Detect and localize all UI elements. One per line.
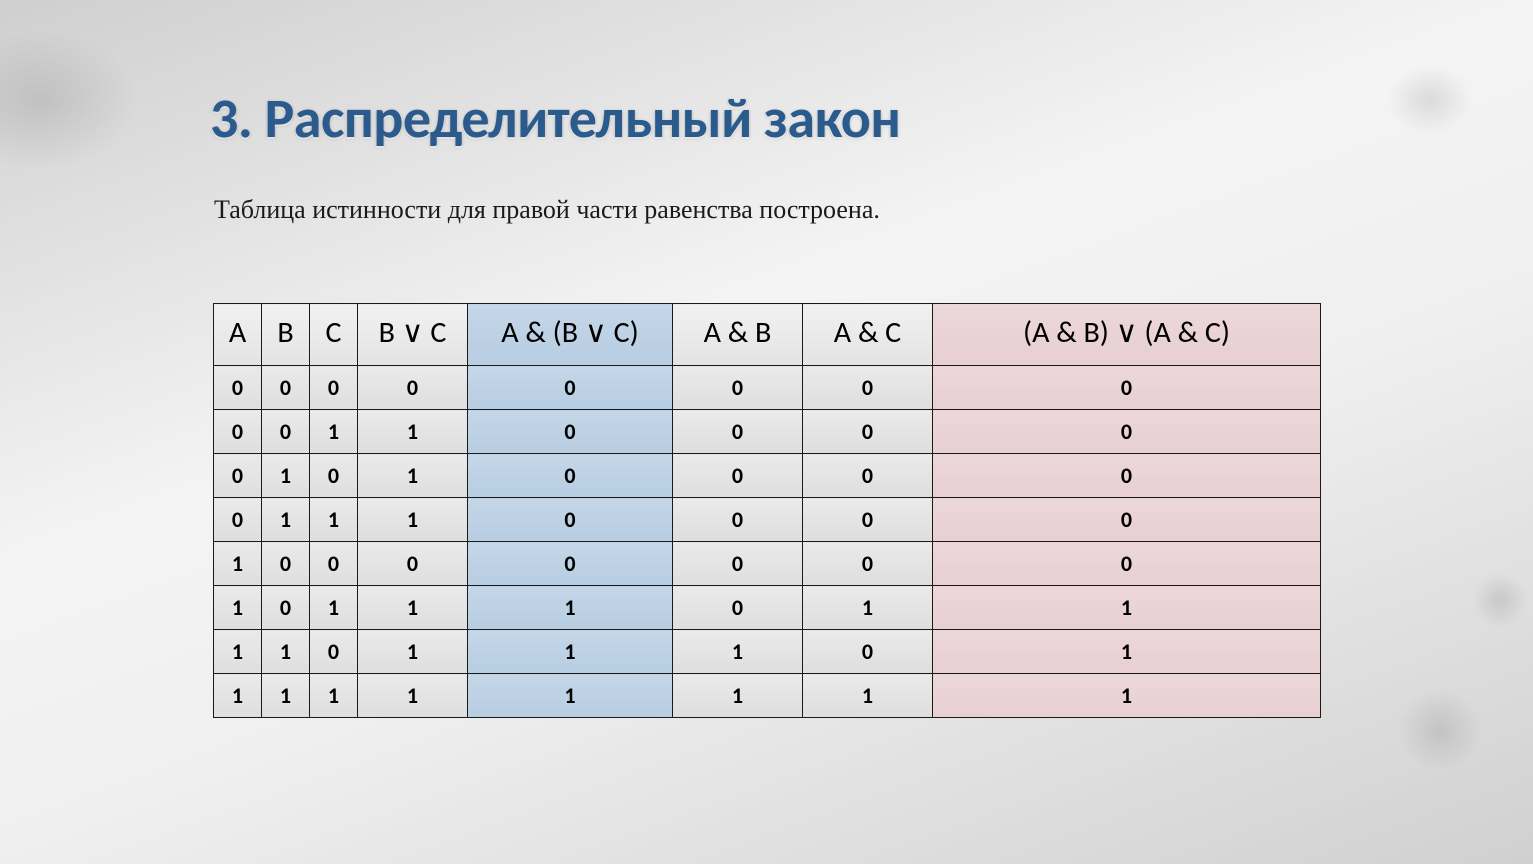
table-cell: 0: [468, 542, 673, 586]
table-cell: 0: [933, 498, 1321, 542]
table-cell: 0: [933, 542, 1321, 586]
table-cell: 0: [803, 366, 933, 410]
table-cell: 1: [262, 498, 310, 542]
table-cell: 0: [214, 454, 262, 498]
table-cell: 0: [803, 454, 933, 498]
table-header-cell: C: [310, 304, 358, 366]
table-cell: 0: [262, 586, 310, 630]
table-row: 10111011: [214, 586, 1321, 630]
table-cell: 0: [803, 410, 933, 454]
table-cell: 1: [468, 674, 673, 718]
table-cell: 1: [933, 674, 1321, 718]
table-cell: 1: [358, 498, 468, 542]
table-header-cell: B: [262, 304, 310, 366]
slide-subtitle: Таблица истинности для правой части раве…: [214, 195, 880, 225]
table-cell: 1: [358, 630, 468, 674]
table-cell: 0: [803, 498, 933, 542]
table-row: 11011101: [214, 630, 1321, 674]
table-cell: 0: [214, 410, 262, 454]
table-cell: 0: [803, 542, 933, 586]
table-header-row: A B C B ∨ C A & (B ∨ C) A & B A & C (A &…: [214, 304, 1321, 366]
table-cell: 1: [358, 410, 468, 454]
table-header-cell: A: [214, 304, 262, 366]
table-cell: 1: [310, 410, 358, 454]
table-cell: 0: [468, 410, 673, 454]
table-cell: 0: [673, 586, 803, 630]
table-row: 01110000: [214, 498, 1321, 542]
table-cell: 0: [803, 630, 933, 674]
table-cell: 1: [262, 674, 310, 718]
table-body: 0000000000110000010100000111000010000000…: [214, 366, 1321, 718]
table-cell: 0: [358, 366, 468, 410]
table-cell: 1: [673, 630, 803, 674]
table-cell: 1: [310, 586, 358, 630]
table-cell: 0: [468, 454, 673, 498]
table-cell: 0: [673, 366, 803, 410]
table-cell: 0: [310, 366, 358, 410]
table-row: 00110000: [214, 410, 1321, 454]
table-cell: 0: [310, 542, 358, 586]
table-cell: 0: [468, 366, 673, 410]
table-cell: 0: [673, 542, 803, 586]
table-cell: 0: [933, 366, 1321, 410]
table-cell: 0: [310, 454, 358, 498]
table-cell: 0: [673, 498, 803, 542]
table-cell: 1: [358, 674, 468, 718]
table-cell: 1: [262, 630, 310, 674]
table-cell: 1: [358, 454, 468, 498]
table-cell: 1: [214, 674, 262, 718]
table-cell: 1: [468, 586, 673, 630]
table-row: 11111111: [214, 674, 1321, 718]
table-cell: 1: [310, 498, 358, 542]
table-cell: 0: [214, 498, 262, 542]
table-cell: 0: [673, 410, 803, 454]
table-cell: 0: [262, 410, 310, 454]
truth-table: A B C B ∨ C A & (B ∨ C) A & B A & C (A &…: [213, 303, 1321, 718]
table-cell: 0: [933, 410, 1321, 454]
table-cell: 0: [262, 366, 310, 410]
table-cell: 0: [310, 630, 358, 674]
table-row: 01010000: [214, 454, 1321, 498]
table-header-cell: (A & B) ∨ (A & C): [933, 304, 1321, 366]
table-cell: 1: [262, 454, 310, 498]
table-header-cell: B ∨ C: [358, 304, 468, 366]
table-row: 10000000: [214, 542, 1321, 586]
table-cell: 0: [262, 542, 310, 586]
table-cell: 1: [803, 674, 933, 718]
table-header-cell: A & C: [803, 304, 933, 366]
table-cell: 1: [468, 630, 673, 674]
table-cell: 1: [214, 630, 262, 674]
table-cell: 1: [803, 586, 933, 630]
table-cell: 1: [310, 674, 358, 718]
table-cell: 0: [358, 542, 468, 586]
table-cell: 1: [358, 586, 468, 630]
table-header-cell: A & B: [673, 304, 803, 366]
table-cell: 1: [933, 586, 1321, 630]
table-cell: 1: [933, 630, 1321, 674]
table-cell: 1: [214, 586, 262, 630]
table-header-cell: A & (B ∨ C): [468, 304, 673, 366]
slide-title: 3. Распределительный закон: [210, 85, 900, 153]
table-row: 00000000: [214, 366, 1321, 410]
table-cell: 1: [673, 674, 803, 718]
truth-table-container: A B C B ∨ C A & (B ∨ C) A & B A & C (A &…: [213, 303, 1321, 718]
table-cell: 0: [933, 454, 1321, 498]
table-cell: 0: [214, 366, 262, 410]
table-cell: 0: [468, 498, 673, 542]
table-cell: 0: [673, 454, 803, 498]
table-cell: 1: [214, 542, 262, 586]
